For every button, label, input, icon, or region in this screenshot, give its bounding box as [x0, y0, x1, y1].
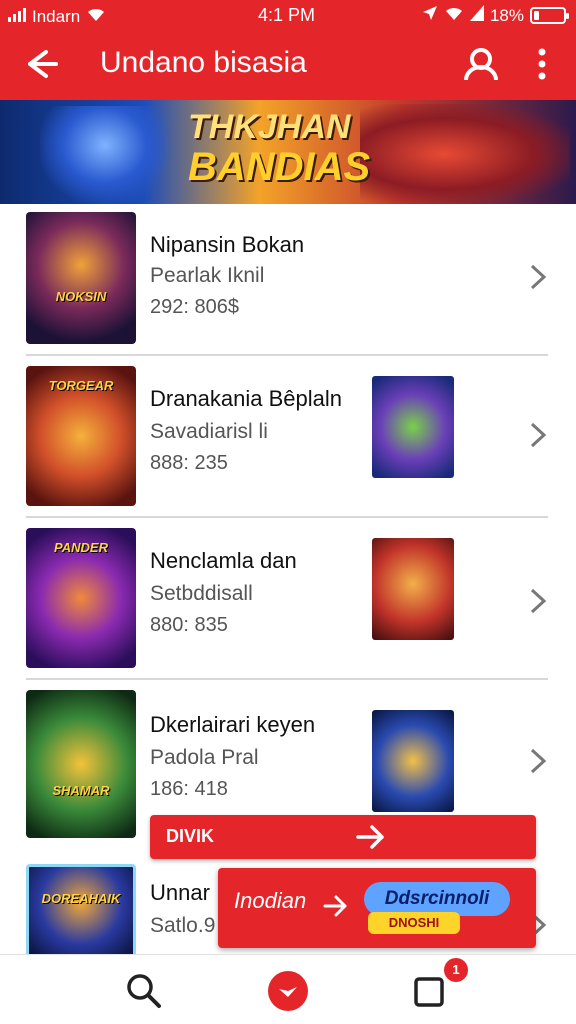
side-thumbnail	[372, 376, 454, 478]
item-title: Unnar	[150, 880, 210, 905]
item-meta: 880: 835	[150, 614, 228, 636]
nav-home-button[interactable]	[266, 969, 310, 1013]
list-divider	[26, 516, 548, 518]
carrier-label: Indarn	[32, 6, 81, 26]
item-title: Nipansin Bokan	[150, 232, 305, 257]
thumbnail-caption: TORGEAR	[48, 378, 114, 393]
list-item[interactable]: TORGEAR Dranakania Bêplaln Savadiarisl l…	[0, 366, 576, 528]
side-thumbnail	[372, 538, 454, 640]
list-item[interactable]: NOKSIN Nipansin Bokan Pearlak Iknil 292:…	[0, 204, 576, 366]
status-left: Indarn	[8, 6, 106, 27]
nav-search-button[interactable]	[124, 971, 164, 1011]
item-subtitle: Satlo.9	[150, 914, 216, 937]
arrow-left-icon	[28, 50, 58, 78]
banner-title-line1: THKJHAN	[188, 108, 351, 146]
item-title: Dranakania Bêplaln	[150, 386, 343, 411]
banner-hero-left-art	[40, 106, 170, 204]
game-thumbnail: DOREAHAIK	[26, 864, 136, 960]
item-subtitle: Setbddisall	[150, 582, 253, 605]
cell-signal-icon	[469, 5, 484, 26]
wifi-icon-right	[444, 5, 464, 26]
user-icon	[464, 48, 498, 81]
more-vertical-icon	[538, 48, 546, 80]
chevron-right-icon[interactable]	[526, 262, 550, 292]
game-thumbnail: PANDER	[26, 528, 136, 668]
item-meta: 888: 235	[150, 452, 228, 474]
promo-banner[interactable]: THKJHAN BANDIAS	[0, 100, 576, 204]
item-title: Dkerlairari keyen	[150, 712, 316, 737]
item-subtitle: Padola Pral	[150, 746, 259, 769]
banner-title-line2: BANDIAS	[188, 144, 371, 189]
item-meta: 186: 418	[150, 778, 228, 800]
promo-popup-button[interactable]: Inodian Ddsrcinnoli DNOSHI	[218, 868, 536, 948]
chevron-right-icon[interactable]	[526, 746, 550, 776]
battery-icon	[530, 7, 569, 24]
battery-percent: 18%	[489, 5, 524, 25]
more-options-button[interactable]	[528, 44, 556, 84]
game-thumbnail: NOKSIN	[26, 212, 136, 344]
arrow-right-icon	[354, 822, 388, 852]
app-bar: Undano bisasia	[0, 30, 576, 100]
profile-button[interactable]	[460, 44, 502, 84]
thumbnail-caption: NOKSIN	[55, 289, 107, 304]
continue-button-label: DIVIK	[166, 826, 215, 846]
side-thumbnail	[372, 710, 454, 812]
home-logo-icon	[268, 971, 308, 1011]
item-title: Nenclamla dan	[150, 548, 297, 573]
signal-icon	[8, 7, 26, 27]
page-title: Undano bisasia	[100, 46, 307, 79]
wifi-icon	[86, 6, 106, 27]
item-meta: 292: 806$	[150, 296, 239, 318]
thumbnail-caption: DOREAHAIK	[41, 891, 121, 906]
thumbnail-caption: SHAMAR	[52, 783, 110, 798]
item-subtitle: Savadiarisl li	[150, 420, 268, 443]
top-bar: Indarn 4:1 PM 18% Undano bisasia	[0, 0, 576, 100]
promo-pill: Ddsrcinnoli	[364, 882, 510, 916]
location-icon	[422, 5, 438, 26]
continue-button[interactable]: DIVIK	[150, 815, 536, 859]
list-divider	[26, 354, 548, 356]
banner-hero-right-art	[360, 104, 570, 204]
thumbnail-caption: PANDER	[54, 540, 108, 555]
promo-pill-secondary: DNOSHI	[368, 912, 460, 934]
item-subtitle: Pearlak Iknil	[150, 264, 265, 287]
status-time: 4:1 PM	[258, 5, 316, 25]
arrow-right-icon	[322, 892, 350, 920]
search-icon	[127, 974, 161, 1008]
chevron-right-icon[interactable]	[526, 586, 550, 616]
status-bar: Indarn 4:1 PM 18%	[0, 0, 576, 30]
banner-title: THKJHAN BANDIAS	[188, 108, 371, 189]
status-right: 18%	[422, 5, 569, 26]
bottom-navigation	[0, 954, 576, 1024]
notification-badge: 1	[444, 958, 468, 982]
promo-popup-label: Inodian	[234, 888, 307, 913]
back-button[interactable]	[18, 44, 62, 84]
list-divider	[26, 678, 548, 680]
list-item[interactable]: PANDER Nenclamla dan Setbddisall 880: 83…	[0, 528, 576, 690]
chevron-right-icon[interactable]	[526, 420, 550, 450]
game-thumbnail: TORGEAR	[26, 366, 136, 506]
game-thumbnail: SHAMAR	[26, 690, 136, 838]
